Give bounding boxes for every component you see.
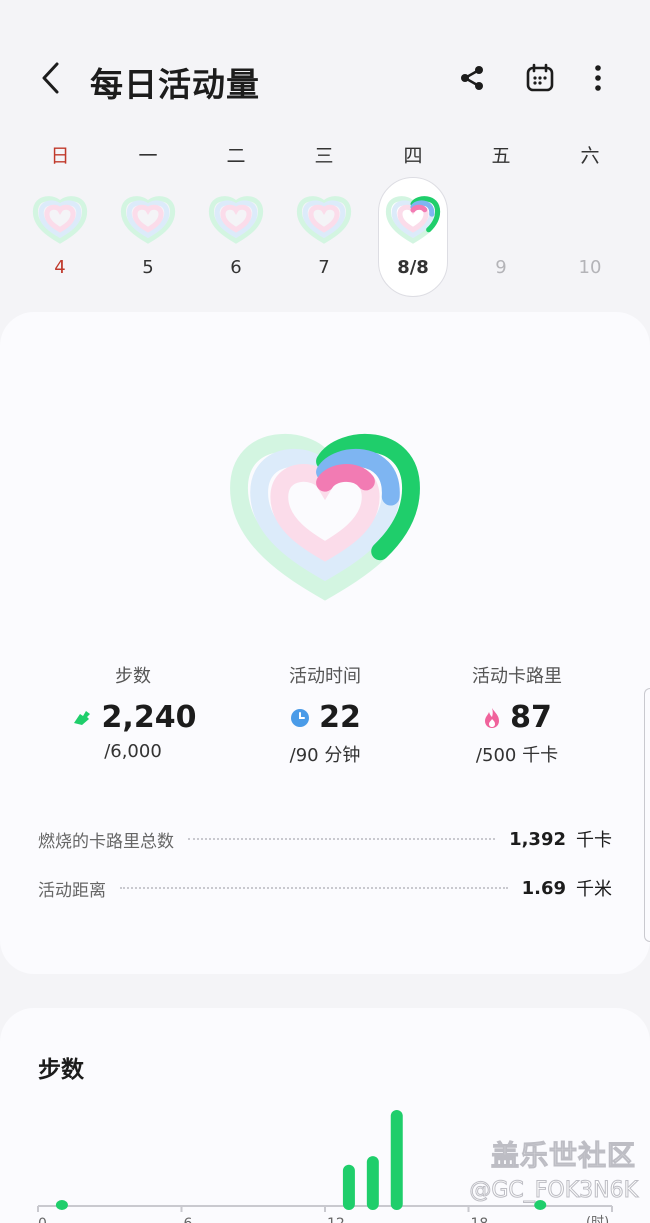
active-time-value: 22 — [319, 700, 361, 735]
scrollbar[interactable] — [644, 688, 650, 942]
daily-activity-card: 步数 2,240 /6,000 活动时间 22 /90 分钟 活动卡路里 87 — [0, 312, 650, 974]
watermark-title: 盖乐世社区 — [490, 1139, 636, 1173]
steps-stat[interactable]: 步数 2,240 /6,000 — [33, 662, 233, 762]
steps-chart-title: 步数 — [38, 1057, 84, 1083]
weekday-label: 日 — [50, 145, 70, 167]
weekday-label: 五 — [491, 145, 511, 167]
active-distance-row: 活动距离 1.69 千米 — [38, 873, 612, 903]
day-ring-heart-icon — [385, 196, 441, 244]
day-wednesday[interactable]: 三 7 — [280, 135, 368, 305]
step-bar[interactable] — [390, 1110, 403, 1210]
running-shoe-icon — [73, 710, 90, 725]
day-thursday-selected[interactable]: 四 8/8 — [369, 135, 457, 305]
day-number: 4 — [54, 257, 66, 278]
day-tuesday[interactable]: 二 6 — [192, 135, 280, 305]
day-ring-heart-icon — [120, 196, 176, 244]
step-bar[interactable] — [342, 1164, 355, 1210]
active-time-goal: /90 分钟 — [289, 745, 361, 766]
top-app-bar: 每日活动量 — [0, 40, 650, 116]
x-axis-unit: (时) — [586, 1215, 609, 1223]
weekday-label: 三 — [314, 145, 334, 167]
day-sunday[interactable]: 日 4 — [16, 135, 104, 305]
calendar-button[interactable] — [522, 60, 558, 96]
dotted-leader — [120, 887, 508, 889]
flame-icon — [485, 707, 500, 728]
active-distance-unit: 千米 — [576, 879, 612, 900]
day-ring-heart-icon — [296, 196, 352, 244]
step-bar[interactable] — [366, 1156, 379, 1210]
back-button[interactable] — [30, 58, 70, 98]
active-calories-goal: /500 千卡 — [475, 745, 559, 766]
day-saturday: 六 10 — [546, 135, 634, 305]
total-calories-label: 燃烧的卡路里总数 — [38, 831, 174, 852]
day-number: 5 — [142, 257, 154, 278]
steps-goal: /6,000 — [104, 741, 162, 762]
steps-value: 2,240 — [101, 700, 197, 735]
share-icon — [461, 66, 483, 90]
day-number: 10 — [578, 257, 602, 278]
calendar-icon — [526, 63, 554, 92]
weekday-label: 六 — [580, 145, 600, 167]
day-friday: 五 9 — [457, 135, 545, 305]
total-calories-unit: 千卡 — [576, 830, 612, 851]
day-ring-heart-icon — [32, 196, 88, 244]
back-arrow-icon — [42, 62, 59, 94]
day-number: 9 — [495, 257, 507, 278]
weekday-label: 一 — [138, 145, 158, 167]
day-number: 8/8 — [397, 257, 429, 278]
active-time-stat[interactable]: 活动时间 22 /90 分钟 — [225, 662, 425, 767]
weekday-label: 二 — [226, 145, 246, 167]
page-title: 每日活动量 — [90, 65, 260, 104]
active-calories-label: 活动卡路里 — [472, 666, 562, 687]
day-number: 6 — [230, 257, 242, 278]
x-tick-label: 6 — [184, 1216, 193, 1223]
x-tick-label: 18 — [471, 1216, 489, 1223]
more-options-button[interactable] — [580, 60, 616, 96]
dotted-leader — [188, 838, 496, 840]
day-monday[interactable]: 一 5 — [104, 135, 192, 305]
active-distance-label: 活动距离 — [38, 880, 106, 901]
activity-rings-heart[interactable] — [205, 402, 445, 612]
more-vertical-icon — [595, 65, 601, 91]
day-number: 7 — [318, 257, 330, 278]
total-calories-row: 燃烧的卡路里总数 1,392 千卡 — [38, 824, 612, 854]
active-calories-stat[interactable]: 活动卡路里 87 /500 千卡 — [417, 662, 617, 767]
x-tick-label: 12 — [327, 1216, 345, 1223]
week-selector: 日 4 一 5 二 6 三 7 四 8/8 五 9 六 10 — [0, 135, 650, 305]
share-button[interactable] — [454, 60, 490, 96]
active-time-label: 活动时间 — [289, 666, 361, 687]
total-calories-value: 1,392 — [509, 828, 566, 850]
step-bar[interactable] — [55, 1200, 68, 1210]
active-calories-value: 87 — [510, 700, 552, 735]
x-tick-label: 0 — [38, 1216, 47, 1223]
day-ring-heart-icon — [208, 196, 264, 244]
clock-icon — [291, 708, 310, 727]
weekday-label: 四 — [403, 145, 423, 167]
watermark-handle: @GC_FOK3N6K — [469, 1178, 639, 1204]
active-distance-value: 1.69 — [521, 877, 566, 899]
steps-label: 步数 — [115, 666, 151, 687]
